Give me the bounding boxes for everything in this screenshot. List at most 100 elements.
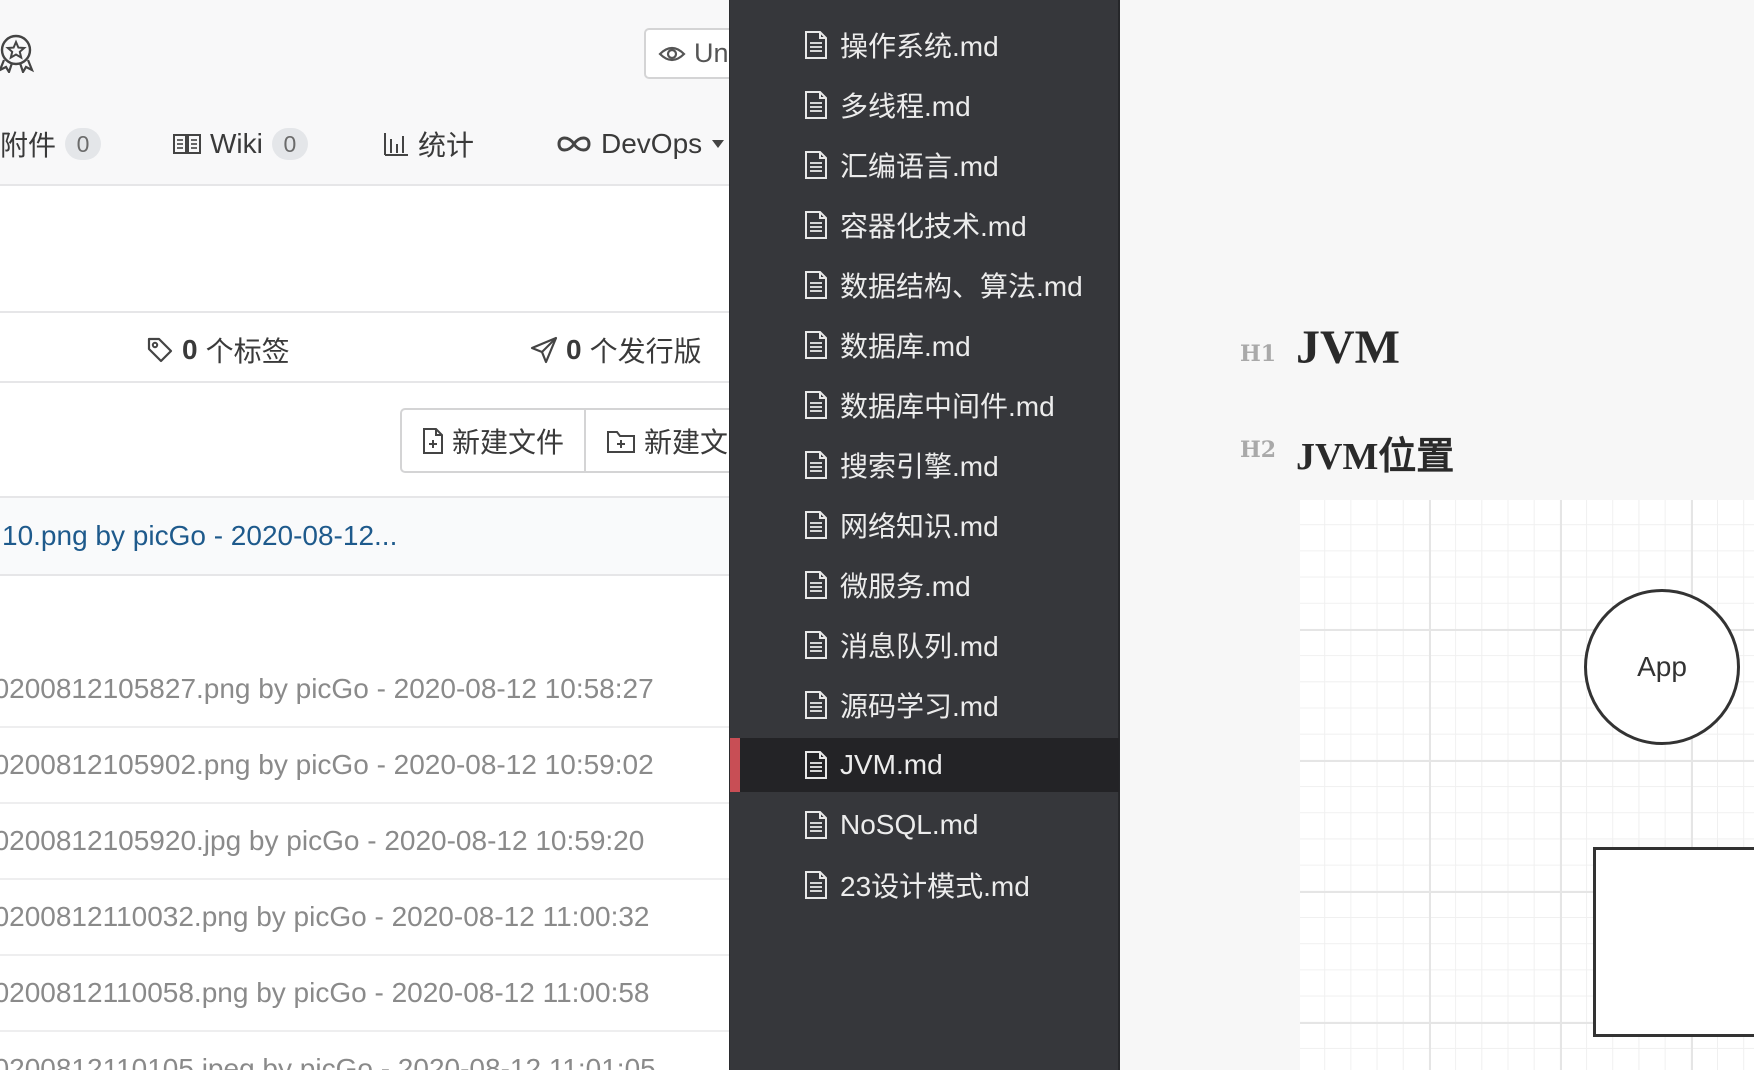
tag-icon bbox=[147, 337, 173, 363]
tab-devops[interactable]: DevOps bbox=[556, 124, 725, 164]
attachments-count-badge: 0 bbox=[65, 128, 102, 160]
sidebar-file-item[interactable]: 操作系统.md bbox=[730, 18, 1119, 72]
sidebar-file-label: 容器化技术.md bbox=[840, 211, 1027, 242]
wiki-count-badge: 0 bbox=[271, 128, 308, 160]
file-row[interactable]: 20200812110105.jpeg by picGo - 2020-08-1… bbox=[0, 1032, 729, 1070]
file-row[interactable]: 20200812105902.png by picGo - 2020-08-12… bbox=[0, 728, 729, 804]
document-icon bbox=[805, 211, 827, 239]
award-badge-icon bbox=[0, 34, 35, 73]
sidebar-file-item[interactable]: 搜索引擎.md bbox=[730, 438, 1119, 492]
file-row[interactable]: 20200812105827.png by picGo - 2020-08-12… bbox=[0, 652, 729, 728]
sidebar-file-label: JVM.md bbox=[840, 749, 943, 780]
sidebar-file-label: 汇编语言.md bbox=[840, 151, 999, 182]
sidebar-file-label: NoSQL.md bbox=[840, 809, 979, 840]
file-commit-text: 20200812110105.jpeg by picGo - 2020-08-1… bbox=[0, 1053, 656, 1070]
tab-statistics-label: 统计 bbox=[418, 130, 475, 161]
sidebar-file-item[interactable]: 23设计模式.md bbox=[730, 858, 1119, 912]
sidebar-file-item[interactable]: NoSQL.md bbox=[730, 798, 1119, 852]
diagram-app-label: App bbox=[1637, 651, 1687, 682]
watch-label: Un bbox=[694, 38, 729, 68]
sidebar-file-item[interactable]: 数据结构、算法.md bbox=[730, 258, 1119, 312]
tab-wiki-label: Wiki bbox=[210, 128, 263, 159]
document-icon bbox=[805, 631, 827, 659]
markdown-editor: H1 JVM H2 JVM位置 App bbox=[1120, 0, 1754, 1070]
h1-marker: H1 bbox=[1240, 341, 1277, 367]
sidebar-file-item[interactable]: 消息队列.md bbox=[730, 618, 1119, 672]
new-folder-icon bbox=[607, 430, 636, 453]
book-icon bbox=[173, 134, 201, 154]
tab-devops-label: DevOps bbox=[601, 128, 703, 159]
sidebar-file-label: 消息队列.md bbox=[840, 631, 999, 662]
sidebar-file-item[interactable]: 网络知识.md bbox=[730, 498, 1119, 552]
sidebar-file-label: 多线程.md bbox=[840, 91, 971, 122]
document-icon bbox=[805, 751, 827, 779]
tags-count: 0 bbox=[182, 334, 198, 365]
h2-marker: H2 bbox=[1240, 437, 1277, 463]
eye-icon bbox=[658, 46, 686, 61]
tab-statistics[interactable]: 统计 bbox=[383, 124, 474, 164]
sidebar-file-item[interactable]: JVM.md bbox=[730, 738, 1119, 792]
sidebar-file-label: 搜索引擎.md bbox=[840, 451, 999, 482]
sidebar-file-item[interactable]: 数据库.md bbox=[730, 318, 1119, 372]
sidebar-file-item[interactable]: 多线程.md bbox=[730, 78, 1119, 132]
repo-header: Un 附件 0 Wiki 0 统计 DevOps bbox=[0, 0, 729, 186]
latest-commit-message[interactable]: 10.png by picGo - 2020-08-12... bbox=[2, 520, 397, 552]
divider bbox=[0, 311, 729, 313]
infinity-icon bbox=[557, 136, 591, 152]
sidebar-file-label: 23设计模式.md bbox=[840, 871, 1030, 902]
sidebar-file-item[interactable]: 源码学习.md bbox=[730, 678, 1119, 732]
tab-attachments[interactable]: 附件 0 bbox=[0, 124, 102, 164]
sidebar-file-item[interactable]: 微服务.md bbox=[730, 558, 1119, 612]
sidebar-file-item[interactable]: 数据库中间件.md bbox=[730, 378, 1119, 432]
document-icon bbox=[805, 811, 827, 839]
tags-link[interactable]: 0 个标签 bbox=[146, 330, 290, 370]
bar-chart-icon bbox=[384, 133, 408, 156]
document-icon bbox=[805, 391, 827, 419]
document-icon bbox=[805, 691, 827, 719]
document-icon bbox=[805, 331, 827, 359]
new-folder-button[interactable]: 新建文 bbox=[584, 410, 729, 471]
releases-link[interactable]: 0 个发行版 bbox=[530, 330, 702, 370]
heading-h1[interactable]: JVM bbox=[1296, 320, 1400, 375]
releases-label: 个发行版 bbox=[589, 336, 702, 367]
file-row[interactable]: 20200812105920.jpg by picGo - 2020-08-12… bbox=[0, 804, 729, 880]
new-folder-label: 新建文 bbox=[644, 426, 729, 458]
active-indicator bbox=[730, 738, 740, 792]
sidebar-file-label: 数据结构、算法.md bbox=[840, 271, 1083, 302]
document-icon bbox=[805, 271, 827, 299]
sidebar-file-label: 微服务.md bbox=[840, 571, 971, 602]
document-icon bbox=[805, 511, 827, 539]
file-commit-text: 20200812105902.png by picGo - 2020-08-12… bbox=[0, 749, 654, 780]
document-icon bbox=[805, 451, 827, 479]
watch-button[interactable]: Un bbox=[644, 28, 729, 79]
sidebar-file-label: 操作系统.md bbox=[840, 31, 999, 62]
tab-wiki[interactable]: Wiki 0 bbox=[173, 124, 308, 164]
sidebar-file-item[interactable]: 容器化技术.md bbox=[730, 198, 1119, 252]
repository-panel: Un 附件 0 Wiki 0 统计 DevOps 0 个标签 0 个发行版 新建… bbox=[0, 0, 729, 1070]
sidebar-file-label: 网络知识.md bbox=[840, 511, 999, 542]
heading-h2[interactable]: JVM位置 bbox=[1296, 425, 1454, 480]
new-file-label: 新建文件 bbox=[452, 426, 565, 458]
document-icon bbox=[805, 871, 827, 899]
releases-count: 0 bbox=[566, 334, 582, 365]
tags-label: 个标签 bbox=[205, 336, 290, 367]
new-file-button[interactable]: 新建文件 bbox=[402, 410, 584, 471]
sidebar-file-label: 源码学习.md bbox=[840, 691, 999, 722]
file-row[interactable]: 20200812110032.png by picGo - 2020-08-12… bbox=[0, 880, 729, 956]
sidebar-file-item[interactable]: 汇编语言.md bbox=[730, 138, 1119, 192]
file-tree-sidebar: 操作系统.md 多线程.md 汇编语言.md 容器化技术.md 数据结构、算法.md 数据… bbox=[729, 0, 1120, 1070]
diagram-box-node bbox=[1593, 847, 1754, 1037]
paper-plane-icon bbox=[530, 336, 558, 364]
document-icon bbox=[805, 151, 827, 179]
document-icon bbox=[805, 91, 827, 119]
diagram-app-node: App bbox=[1584, 589, 1740, 745]
document-icon bbox=[805, 571, 827, 599]
sidebar-file-label: 数据库中间件.md bbox=[840, 391, 1055, 422]
file-actions-group: 新建文件 新建文 bbox=[400, 408, 729, 473]
divider bbox=[0, 381, 729, 383]
file-row[interactable]: 20200812110058.png by picGo - 2020-08-12… bbox=[0, 956, 729, 1032]
new-file-icon bbox=[423, 427, 443, 454]
jvm-diagram[interactable]: App bbox=[1300, 500, 1754, 1070]
file-commit-text: 20200812110032.png by picGo - 2020-08-12… bbox=[0, 901, 650, 932]
file-commit-text: 20200812110058.png by picGo - 2020-08-12… bbox=[0, 977, 650, 1008]
